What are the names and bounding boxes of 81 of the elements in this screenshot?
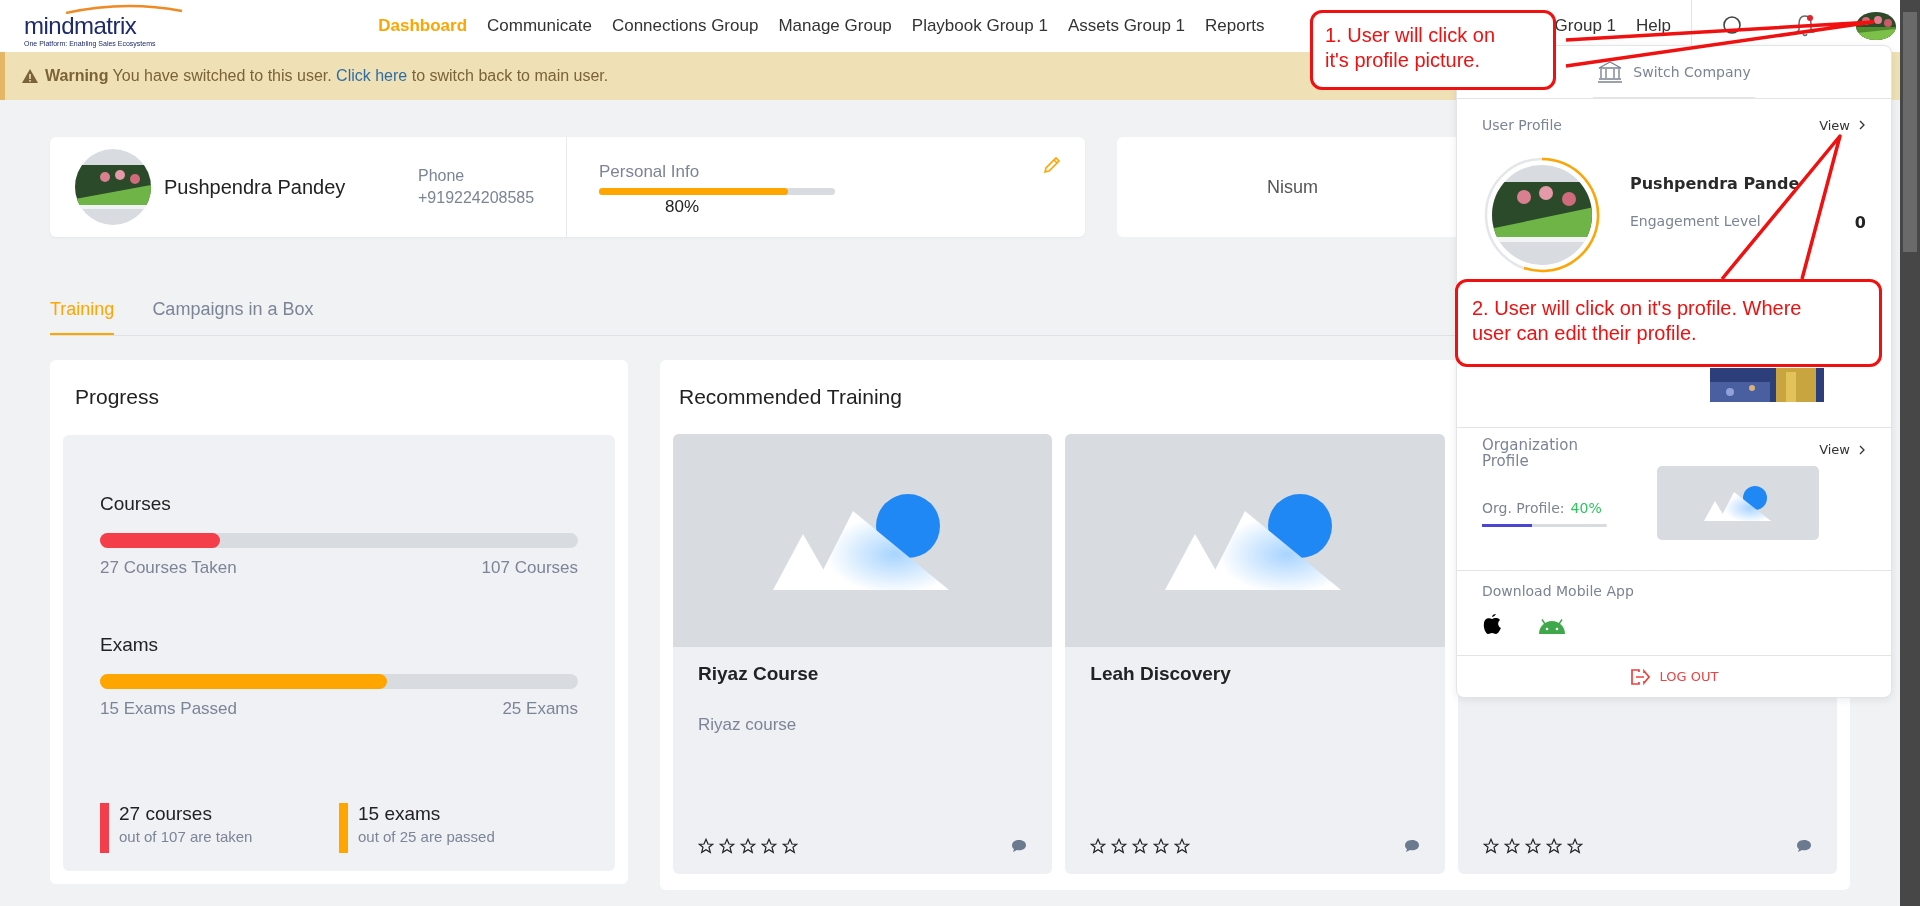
star-icon[interactable] (1545, 838, 1562, 854)
nav-link[interactable]: Communicate (487, 16, 592, 36)
logout-icon (1629, 667, 1650, 686)
chevron-icon (1858, 120, 1866, 130)
scrollbar[interactable] (1900, 0, 1920, 906)
switch-company-button[interactable]: Switch Company (1593, 46, 1755, 98)
phone-number: +919224208585 (418, 189, 536, 207)
star-icon[interactable] (1153, 838, 1170, 854)
android-icon[interactable] (1538, 619, 1566, 635)
summary-count: 27 courses (119, 803, 213, 825)
meter-done: 27 Courses Taken (100, 558, 237, 578)
course-title: Riyaz Course (698, 663, 820, 685)
view-link[interactable]: View (1819, 117, 1866, 133)
switch-back-link[interactable]: Click here (336, 67, 408, 84)
percent-text: 40% (1570, 499, 1602, 516)
warning-message: Warning You have switched to this user. Click here to switch back to main user. (45, 67, 609, 85)
section-heading: User Profile (1482, 117, 1562, 133)
user-name: Pushpendra Pande (1630, 173, 1801, 193)
star-icon[interactable] (719, 838, 735, 854)
meter-label: Courses (100, 493, 172, 515)
logo-swoosh-icon (64, 3, 184, 14)
percent-text: 80% (665, 196, 699, 217)
user-name: Pushpendra Pandey (164, 175, 346, 199)
nav-link[interactable]: Connections Group (611, 16, 759, 36)
course-card[interactable]: Leah Discovery (1065, 434, 1445, 874)
meter-total: 107 Courses (481, 558, 578, 578)
nav-link[interactable]: Assets Group 1 (1067, 16, 1186, 36)
nav-link[interactable]: Help (1636, 16, 1671, 36)
star-rating[interactable] (1482, 838, 1583, 854)
logo[interactable]: mindmatrix (24, 11, 137, 40)
personal-info-label: Personal Info (599, 161, 701, 182)
nav-link[interactable]: Reports (1205, 16, 1265, 36)
nav-link[interactable]: Manage Group (778, 16, 892, 36)
comment-icon[interactable] (1796, 839, 1812, 853)
course-title: Leah Discovery (1090, 663, 1232, 685)
star-icon[interactable] (1111, 838, 1128, 854)
image-placeholder-icon (1704, 484, 1772, 522)
star-icon[interactable] (1132, 838, 1149, 854)
comment-icon[interactable] (1403, 839, 1420, 853)
star-icon[interactable] (1482, 838, 1499, 854)
star-icon[interactable] (1566, 838, 1583, 854)
engagement-label: Engagement Level (1630, 212, 1761, 231)
star-icon[interactable] (1090, 838, 1107, 854)
summary-count: 15 exams (358, 803, 442, 825)
org-profile-label: Org. Profile: (1482, 499, 1565, 516)
star-icon[interactable] (761, 838, 777, 854)
meter-label: Exams (100, 634, 160, 656)
comment-icon[interactable] (1011, 839, 1028, 853)
callout: 1. User will click on it's profile picture. (1310, 10, 1556, 90)
card-title: Progress (74, 384, 161, 409)
course-description: Riyaz course (698, 715, 798, 735)
bell-icon[interactable] (1794, 13, 1816, 39)
star-icon[interactable] (1174, 838, 1191, 854)
callout: 2. User will click on it's profile. Where user can edit their profile. (1455, 279, 1882, 367)
chevron-icon (1858, 444, 1866, 455)
card-title: Recommended Training (678, 384, 903, 409)
download-label: Download Mobile App (1482, 583, 1635, 599)
phone-label: Phone (418, 167, 466, 185)
nav-link[interactable]: Group 1 (1554, 16, 1617, 36)
logout-button[interactable]: LOG OUT (1457, 656, 1891, 697)
star-icon[interactable] (740, 838, 756, 854)
warning-icon (21, 68, 39, 84)
apple-icon[interactable] (1482, 613, 1502, 635)
engagement-value: 0 (1854, 212, 1866, 232)
star-icon[interactable] (1524, 838, 1541, 854)
meter-total: 25 Exams (502, 699, 578, 719)
section-heading: Organization Profile (1482, 438, 1579, 470)
summary-detail: out of 107 are taken (119, 828, 253, 845)
star-icon[interactable] (782, 838, 798, 854)
search-icon[interactable] (1722, 15, 1744, 37)
star-rating[interactable] (698, 838, 798, 854)
course-card[interactable]: Riyaz Course Riyaz course (673, 434, 1053, 874)
star-icon[interactable] (1503, 838, 1520, 854)
star-rating[interactable] (1090, 838, 1191, 854)
view-link[interactable]: View (1819, 442, 1866, 457)
star-icon[interactable] (698, 838, 714, 854)
bank-icon (1597, 60, 1624, 83)
summary-detail: out of 25 are passed (358, 828, 495, 845)
meter-done: 15 Exams Passed (100, 699, 237, 719)
nav-link[interactable]: Playbook Group 1 (911, 16, 1048, 36)
company-name: Nisum (1267, 176, 1318, 198)
